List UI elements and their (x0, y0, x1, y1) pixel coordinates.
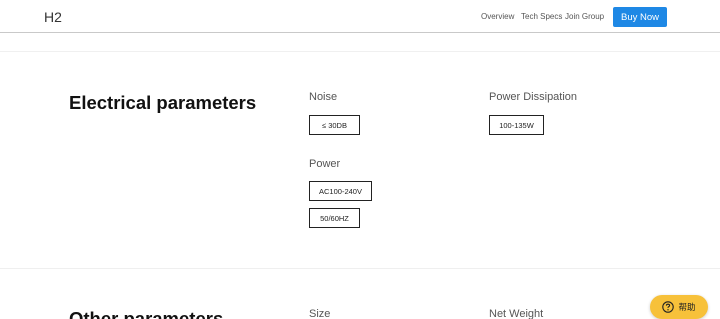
help-icon (662, 301, 675, 313)
section-title-other: Other parameters (69, 308, 224, 319)
value-box-power-dissipation: 100-135W (489, 115, 544, 135)
param-label-noise: Noise (309, 91, 338, 103)
param-label-size: Size (309, 308, 331, 319)
top-nav-bar: H2 Overview Tech Specs Join Group Buy No… (0, 0, 720, 33)
section-spacer (0, 33, 720, 52)
value-box-power-frequency: 50/60HZ (309, 208, 360, 228)
section-divider (0, 268, 720, 269)
brand-logo[interactable]: H2 (44, 9, 62, 25)
value-box-noise: ≤ 30DB (309, 115, 360, 135)
value-box-power-voltage: AC100-240V (309, 181, 372, 201)
nav-tech-specs[interactable]: Tech Specs (521, 12, 562, 21)
param-label-power: Power (309, 158, 341, 170)
nav-join-group[interactable]: Join Group (565, 12, 604, 21)
nav-overview[interactable]: Overview (481, 12, 514, 21)
help-label: 帮助 (678, 302, 696, 312)
help-button[interactable]: 帮助 (650, 295, 708, 319)
param-label-power-dissipation: Power Dissipation (489, 91, 578, 103)
param-label-net-weight: Net Weight (489, 308, 544, 319)
buy-now-button[interactable]: Buy Now (613, 7, 667, 27)
section-title-electrical: Electrical parameters (69, 92, 257, 113)
